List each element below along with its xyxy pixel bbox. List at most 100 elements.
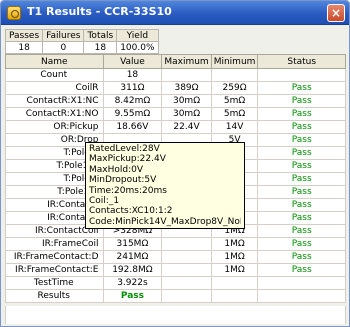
row-name-cell: OR:Pickup: [5, 120, 104, 134]
table-row[interactable]: IR:FrameContact:E 192.8MΩ 1MΩ Pass: [5, 263, 346, 277]
row-status-cell: Pass: [257, 263, 346, 277]
row-maximum-cell: [161, 276, 212, 290]
row-name-cell: Count: [5, 68, 104, 82]
row-minimum-cell: 5mΩ: [210, 107, 259, 121]
row-status-cell: Pass: [257, 211, 346, 225]
row-minimum-cell: 1MΩ: [210, 237, 259, 251]
row-status-cell: [257, 289, 346, 303]
row-value-cell: 3.922s: [102, 276, 163, 290]
row-value-cell: 8.42mΩ: [102, 94, 163, 108]
row-name-cell: ContactR:X1:NO: [5, 107, 104, 121]
row-minimum-cell: 259Ω: [210, 81, 259, 95]
summary-totals-value: 18: [83, 41, 118, 54]
row-minimum-cell: 1MΩ: [210, 250, 259, 264]
row-maximum-cell: 30mΩ: [161, 107, 212, 121]
row-minimum-cell: [210, 289, 259, 303]
row-name-cell: TestTime: [5, 276, 104, 290]
row-status-cell: Pass: [257, 185, 346, 199]
row-status-cell: [257, 68, 346, 82]
title-bar[interactable]: T1 Results - CCR-33S10 ×: [1, 1, 349, 25]
row-status-cell: Pass: [257, 107, 346, 121]
tooltip-line: Time:20ms:20ms: [89, 185, 167, 196]
row-minimum-cell: 14V: [210, 120, 259, 134]
row-maximum-cell: [161, 68, 212, 82]
table-row[interactable]: ContactR:X1:NC 8.42mΩ 30mΩ 5mΩ Pass: [5, 94, 346, 108]
results-window: T1 Results - CCR-33S10 × Passes Failures…: [0, 0, 350, 327]
row-name-cell: IR:FrameCoil: [5, 237, 104, 251]
row-status-cell: Pass: [257, 120, 346, 134]
tooltip-line: MaxPickup:22.4V: [89, 154, 166, 165]
row-status-cell: Pass: [257, 198, 346, 212]
row-maximum-cell: 30mΩ: [161, 94, 212, 108]
column-header-value[interactable]: Value: [102, 54, 163, 69]
summary-header-yield: Yield: [116, 29, 159, 42]
row-status-cell: Pass: [257, 159, 346, 173]
row-maximum-cell: [161, 263, 212, 277]
row-maximum-cell: 389Ω: [161, 81, 212, 95]
row-status-cell: [257, 276, 346, 290]
row-status-cell: Pass: [257, 237, 346, 251]
test-info-tooltip: RatedLevel:28V MaxPickup:22.4V MaxHold:0…: [85, 142, 245, 230]
grid-header-row: Name Value Maximum Minimum Status: [5, 54, 346, 69]
summary-table: Passes Failures Totals Yield 18 0 18 100…: [4, 29, 159, 54]
table-row[interactable]: IR:FrameContact:D 241MΩ 1MΩ Pass: [5, 250, 346, 264]
row-name-cell: IR:FrameContact:E: [5, 263, 104, 277]
summary-value-row: 18 0 18 100.0%: [4, 41, 159, 54]
row-status-cell: Pass: [257, 250, 346, 264]
summary-yield-value: 100.0%: [116, 41, 159, 54]
row-minimum-cell: 5mΩ: [210, 94, 259, 108]
table-row[interactable]: ContactR:X1:NO 9.55mΩ 30mΩ 5mΩ Pass: [5, 107, 346, 121]
row-value-cell: 9.55mΩ: [102, 107, 163, 121]
row-name-cell: ContactR:X1:NC: [5, 94, 104, 108]
column-header-maximum[interactable]: Maximum: [161, 54, 212, 69]
tooltip-line: Coil:_1: [89, 196, 120, 207]
row-value-cell: 311Ω: [102, 81, 163, 95]
tooltip-line: MaxHold:0V: [89, 164, 144, 175]
row-name-cell: CoilR: [5, 81, 104, 95]
row-name-cell: Results: [5, 289, 104, 303]
summary-header-failures: Failures: [42, 29, 85, 42]
close-button[interactable]: ×: [327, 4, 345, 22]
column-header-minimum[interactable]: Minimum: [210, 54, 259, 69]
row-minimum-cell: [210, 276, 259, 290]
column-header-name[interactable]: Name: [5, 54, 104, 69]
row-status-cell: Pass: [257, 94, 346, 108]
tooltip-line: MinDropout:5V: [89, 175, 157, 186]
app-icon: [7, 6, 21, 20]
summary-header-row: Passes Failures Totals Yield: [4, 29, 159, 42]
row-value-cell: 241MΩ: [102, 250, 163, 264]
row-maximum-cell: [161, 250, 212, 264]
summary-passes-value: 18: [4, 41, 44, 54]
table-row[interactable]: Results Pass: [5, 289, 346, 303]
tooltip-line: Code:MinPick14V_MaxDrop8V_NoHold_: [89, 216, 241, 227]
row-value-cell: 18: [102, 68, 163, 82]
summary-header-totals: Totals: [83, 29, 118, 42]
row-status-cell: Pass: [257, 224, 346, 238]
summary-header-passes: Passes: [4, 29, 44, 42]
row-status-cell: Pass: [257, 172, 346, 186]
row-minimum-cell: [210, 68, 259, 82]
tooltip-line: Contacts:XC10:1:2: [89, 206, 173, 217]
row-name-cell: IR:FrameContact:D: [5, 250, 104, 264]
row-minimum-cell: 1MΩ: [210, 263, 259, 277]
row-value-cell: 315MΩ: [102, 237, 163, 251]
table-row[interactable]: OR:Pickup 18.66V 22.4V 14V Pass: [5, 120, 346, 134]
table-row[interactable]: CoilR 311Ω 389Ω 259Ω Pass: [5, 81, 346, 95]
table-row[interactable]: TestTime 3.922s: [5, 276, 346, 290]
row-maximum-cell: [161, 237, 212, 251]
row-value-cell: Pass: [102, 289, 163, 303]
table-row[interactable]: Count 18: [5, 68, 346, 82]
summary-failures-value: 0: [42, 41, 85, 54]
row-value-cell: 18.66V: [102, 120, 163, 134]
row-status-cell: Pass: [257, 81, 346, 95]
tooltip-line: RatedLevel:28V: [89, 144, 160, 154]
table-row[interactable]: IR:FrameCoil 315MΩ 1MΩ Pass: [5, 237, 346, 251]
row-status-cell: Pass: [257, 146, 346, 160]
grid-empty-area: [5, 306, 346, 324]
row-status-cell: Pass: [257, 133, 346, 147]
row-maximum-cell: 22.4V: [161, 120, 212, 134]
row-maximum-cell: [161, 289, 212, 303]
window-title: T1 Results - CCR-33S10: [27, 5, 172, 18]
column-header-status[interactable]: Status: [257, 54, 346, 69]
row-value-cell: 192.8MΩ: [102, 263, 163, 277]
